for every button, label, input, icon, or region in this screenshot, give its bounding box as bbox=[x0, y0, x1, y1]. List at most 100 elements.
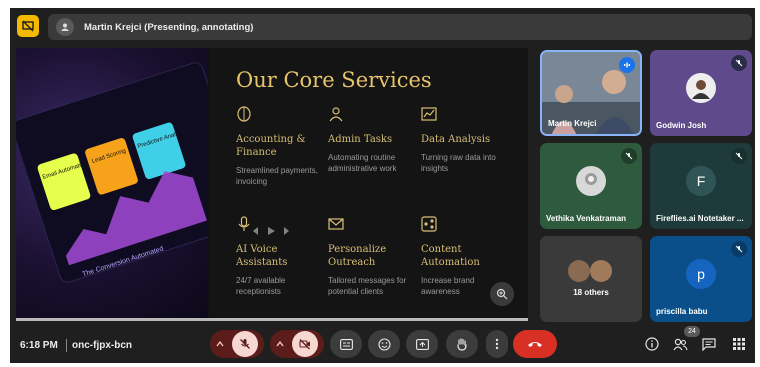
avatar bbox=[590, 260, 612, 282]
participant-name: Fireflies.ai Notetaker ... bbox=[656, 214, 744, 223]
shared-slide: Email Automation Lead Scoring Predictive… bbox=[16, 48, 528, 320]
meeting-info-button[interactable] bbox=[643, 335, 661, 353]
meet-window: Martin Krejci (Presenting, annotating) E… bbox=[10, 8, 755, 363]
mic-off-icon bbox=[240, 339, 250, 349]
presenter-avatar bbox=[56, 18, 74, 36]
service-name: Accounting & Finance bbox=[236, 134, 306, 158]
presentation-badge[interactable] bbox=[17, 15, 39, 37]
audio-wave-icon bbox=[624, 62, 630, 68]
people-icon bbox=[673, 338, 688, 350]
participant-tile[interactable]: Godwin Josh bbox=[650, 50, 752, 136]
emoji-icon bbox=[377, 337, 391, 351]
avatar: F bbox=[686, 166, 716, 196]
brain-icon bbox=[237, 106, 251, 122]
raise-hand-button[interactable] bbox=[446, 330, 478, 358]
presentation-off-icon bbox=[22, 20, 34, 32]
slide-progress bbox=[16, 318, 528, 321]
slide-photo: Email Automation Lead Scoring Predictive… bbox=[16, 48, 208, 320]
present-button[interactable] bbox=[406, 330, 438, 358]
mic-off-icon bbox=[625, 152, 633, 160]
service-accounting: Accounting & Finance Streamlined payment… bbox=[236, 106, 328, 187]
chevron-up-icon[interactable] bbox=[216, 340, 224, 348]
envelope-icon bbox=[328, 218, 344, 230]
clock: 6:18 PM bbox=[20, 340, 58, 351]
hand-icon bbox=[457, 337, 467, 351]
muted-indicator bbox=[621, 148, 637, 164]
more-vertical-icon bbox=[495, 338, 499, 350]
person-photo-icon bbox=[585, 173, 597, 185]
participant-tile[interactable]: Vethika Venkatraman bbox=[540, 143, 642, 229]
service-name: Personalize Outreach bbox=[328, 244, 387, 268]
participant-tile[interactable]: p priscilla babu bbox=[650, 236, 752, 322]
presenter-bar: Martin Krejci (Presenting, annotating) bbox=[48, 14, 752, 40]
play-icon[interactable] bbox=[266, 226, 276, 236]
chat-icon bbox=[702, 337, 716, 351]
more-options-button[interactable] bbox=[486, 330, 508, 358]
participant-name: Martin Krejci bbox=[548, 119, 597, 128]
service-desc: Streamlined payments, invoicing bbox=[236, 166, 318, 186]
info-icon bbox=[645, 337, 659, 351]
service-admin: Admin Tasks Automating routine administr… bbox=[328, 106, 420, 174]
service-name: Data Analysis bbox=[421, 134, 491, 145]
presenter-label: Martin Krejci (Presenting, annotating) bbox=[84, 21, 254, 33]
people-button[interactable] bbox=[671, 335, 689, 353]
participant-tile[interactable]: F Fireflies.ai Notetaker ... bbox=[650, 143, 752, 229]
service-name: Admin Tasks bbox=[328, 134, 393, 145]
chat-button[interactable] bbox=[700, 335, 718, 353]
participant-name: priscilla babu bbox=[656, 307, 708, 316]
person-icon bbox=[61, 23, 69, 31]
participant-name: Vethika Venkatraman bbox=[546, 214, 627, 223]
slide-title: Our Core Services bbox=[236, 68, 432, 92]
people-count-badge: 24 bbox=[684, 326, 700, 337]
avatar bbox=[568, 260, 590, 282]
avatar bbox=[686, 73, 716, 103]
mic-control[interactable] bbox=[210, 330, 264, 358]
playback-controls[interactable] bbox=[250, 226, 292, 236]
mic-off-icon bbox=[735, 245, 743, 253]
participant-name: Godwin Josh bbox=[656, 121, 707, 130]
service-desc: Turning raw data into insights bbox=[421, 153, 496, 173]
person-photo-icon bbox=[692, 80, 710, 99]
muted-indicator bbox=[731, 241, 747, 257]
slide-progress-fill bbox=[16, 318, 528, 321]
others-count: 18 others bbox=[573, 288, 609, 297]
zoom-in-icon bbox=[496, 288, 508, 300]
camera-off-icon bbox=[299, 339, 310, 350]
mic-toggle[interactable] bbox=[232, 331, 258, 357]
captions-button[interactable] bbox=[330, 330, 362, 358]
service-outreach: Personalize Outreach Tailored messages f… bbox=[328, 216, 420, 297]
apps-grid-icon bbox=[733, 338, 745, 350]
service-data: Data Analysis Turning raw data into insi… bbox=[421, 106, 513, 174]
divider bbox=[66, 339, 67, 352]
speaking-indicator bbox=[619, 57, 635, 73]
camera-toggle[interactable] bbox=[292, 331, 318, 357]
hang-up-icon bbox=[528, 342, 542, 347]
activities-button[interactable] bbox=[730, 335, 748, 353]
avatar bbox=[576, 166, 606, 196]
service-desc: Automating routine administrative work bbox=[328, 153, 397, 173]
previous-icon[interactable] bbox=[250, 226, 260, 236]
chevron-up-icon[interactable] bbox=[276, 340, 284, 348]
camera-control[interactable] bbox=[270, 330, 324, 358]
service-desc: 24/7 available receptionists bbox=[236, 276, 286, 296]
zoom-button[interactable] bbox=[490, 282, 514, 306]
muted-indicator bbox=[731, 55, 747, 71]
service-name: Content Automation bbox=[421, 244, 480, 268]
reactions-button[interactable] bbox=[368, 330, 400, 358]
present-screen-icon bbox=[415, 338, 429, 350]
captions-icon bbox=[339, 338, 353, 350]
next-icon[interactable] bbox=[282, 226, 292, 236]
mic-off-icon bbox=[735, 152, 743, 160]
others-tile[interactable]: 18 others bbox=[540, 236, 642, 322]
chart-icon bbox=[421, 107, 437, 121]
avatar: p bbox=[686, 259, 716, 289]
leave-call-button[interactable] bbox=[513, 330, 557, 358]
service-name: AI Voice Assistants bbox=[236, 244, 288, 268]
muted-indicator bbox=[731, 148, 747, 164]
share-icon bbox=[421, 216, 437, 232]
service-desc: Tailored messages for potential clients bbox=[328, 276, 407, 296]
participant-tile[interactable]: Martin Krejci bbox=[540, 50, 642, 136]
mic-off-icon bbox=[735, 59, 743, 67]
worker-icon bbox=[329, 107, 343, 122]
slide-content: Our Core Services Accounting & Finance S… bbox=[209, 48, 528, 320]
